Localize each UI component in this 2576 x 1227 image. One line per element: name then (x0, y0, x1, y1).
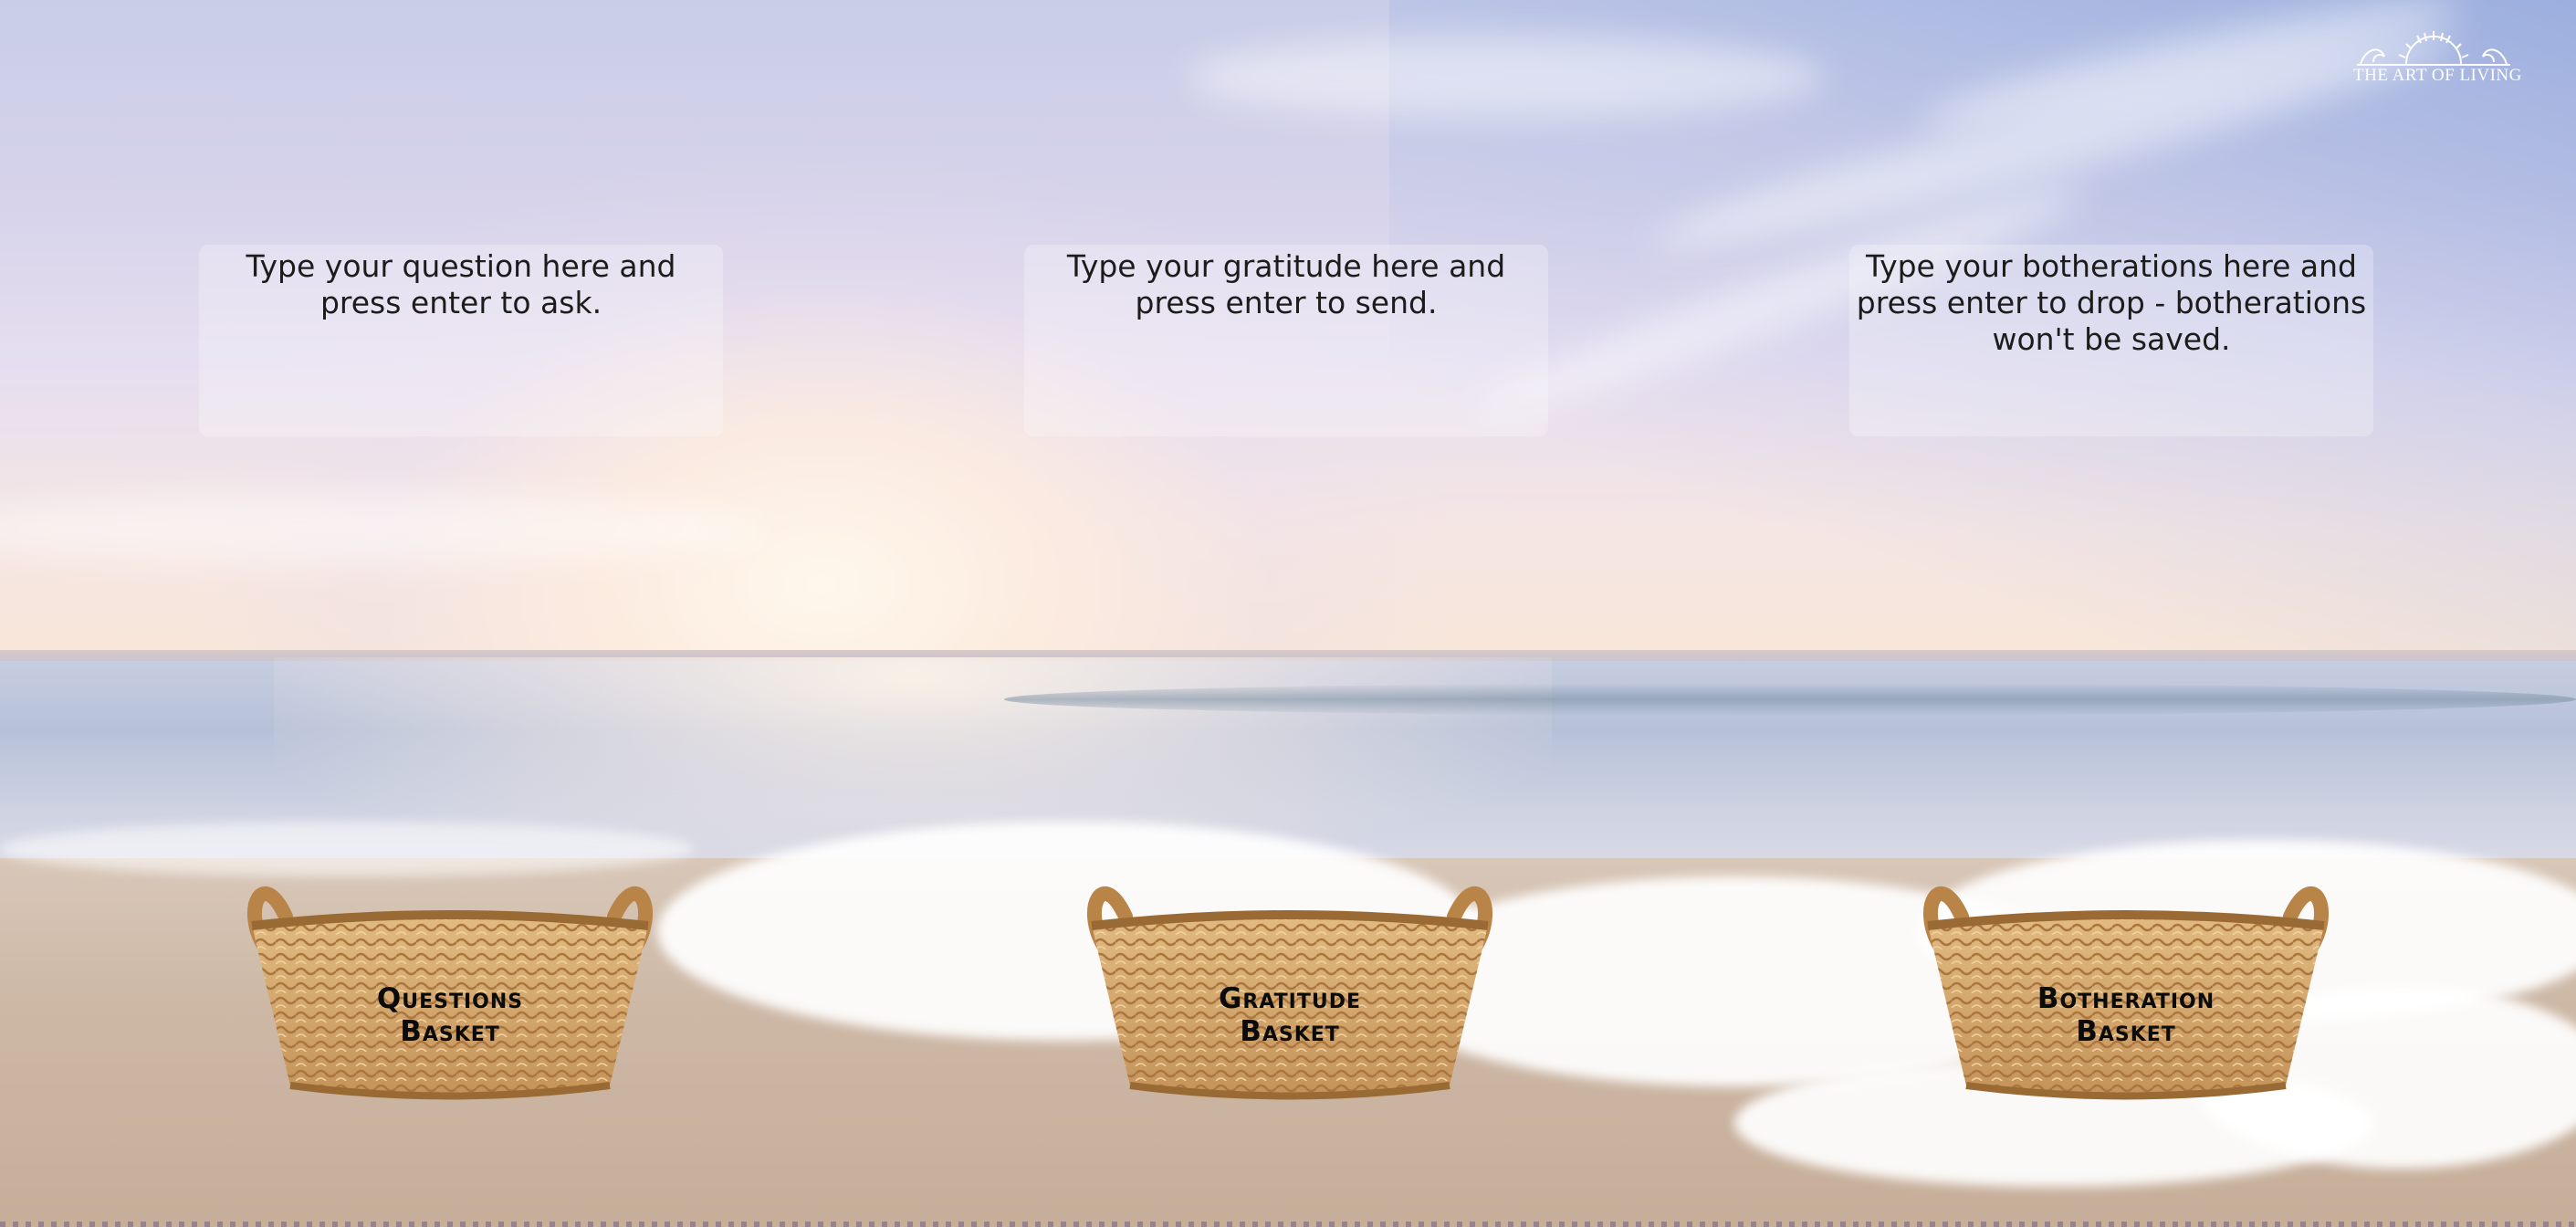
sunrise-icon (2357, 31, 2510, 66)
footer-strip (0, 1222, 2576, 1227)
basket-icon (247, 886, 653, 1100)
wave (1004, 683, 2576, 716)
botheration-input[interactable] (1849, 245, 2373, 436)
art-of-living-logo: THE ART OF LIVING (2353, 27, 2522, 93)
gratitude-basket[interactable]: Gratitude Basket (1075, 862, 1504, 1101)
basket-label: Questions Basket (376, 982, 524, 1048)
question-input[interactable] (199, 245, 723, 436)
basket-label: Botheration Basket (2037, 982, 2215, 1048)
basket-icon (1923, 886, 2329, 1100)
basket-label: Gratitude Basket (1218, 982, 1362, 1048)
questions-basket[interactable]: Questions Basket (236, 862, 665, 1101)
logo-text: THE ART OF LIVING (2353, 66, 2522, 85)
cloud (1187, 37, 1826, 119)
botheration-basket[interactable]: Botheration Basket (1911, 862, 2340, 1101)
basket-icon (1087, 886, 1492, 1100)
gratitude-input[interactable] (1024, 245, 1548, 436)
